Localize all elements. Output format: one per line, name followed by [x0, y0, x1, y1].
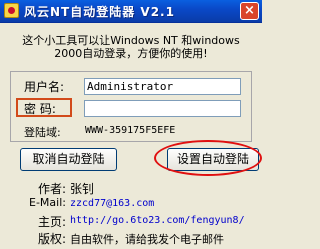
- title-bar[interactable]: 风云NT自动登陆器 V2.1 ×: [0, 0, 262, 23]
- close-button[interactable]: ×: [240, 2, 259, 20]
- password-field[interactable]: [84, 100, 241, 117]
- copyright-value: 自由软件，请给我发个电子邮件: [70, 233, 224, 246]
- annotation-circle: [154, 140, 262, 176]
- intro-line-1: 这个小工具可以让Windows NT 和windows: [22, 34, 240, 47]
- intro-line-2: 2000自动登录，方便你的使用!: [54, 47, 208, 60]
- password-label: 密 码:: [24, 102, 56, 116]
- homepage-link[interactable]: http://go.6to23.com/fengyun8/: [70, 215, 245, 226]
- domain-label: 登陆域:: [24, 126, 61, 139]
- cancel-auto-login-button[interactable]: 取消自动登陆: [20, 148, 117, 171]
- app-icon: [4, 3, 19, 18]
- window-title: 风云NT自动登陆器 V2.1: [24, 5, 175, 19]
- email-link[interactable]: zzcd77@163.com: [70, 198, 154, 209]
- intro-text: 这个小工具可以让Windows NT 和windows 2000自动登录，方便你…: [8, 34, 254, 60]
- email-label: E-Mail:: [29, 196, 66, 209]
- copyright-label: 版权:: [37, 232, 66, 246]
- author-value: 张钊: [70, 182, 95, 196]
- author-label: 作者:: [37, 182, 66, 196]
- username-label: 用户名:: [24, 80, 65, 94]
- homepage-label: 主页:: [37, 215, 66, 229]
- domain-value: WWW-359175F5EFE: [85, 125, 176, 136]
- username-field[interactable]: Administrator: [84, 78, 241, 95]
